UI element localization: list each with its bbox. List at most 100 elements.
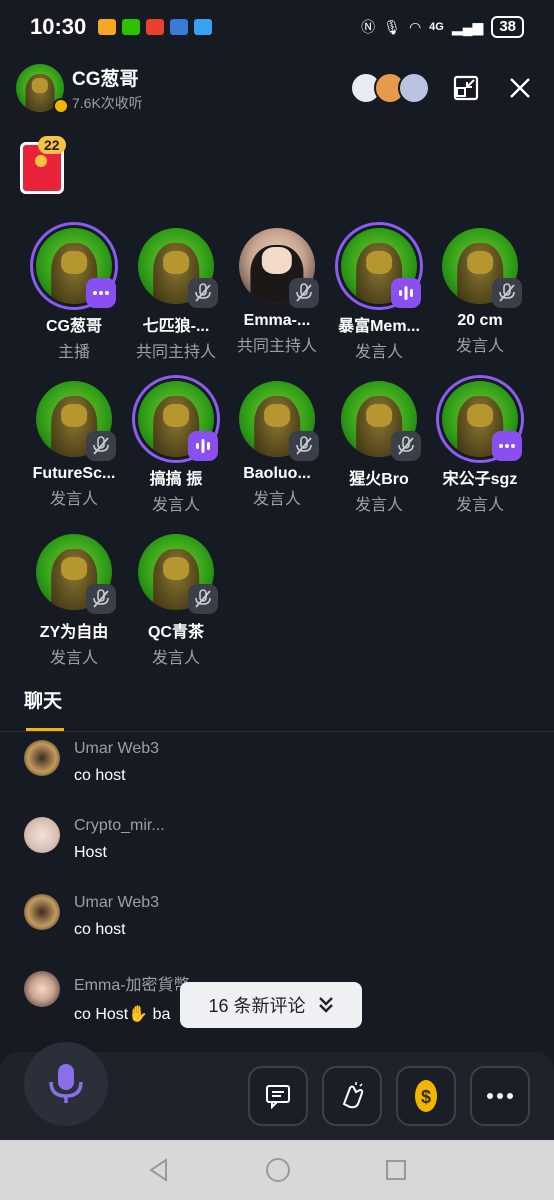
speaker-role: 发言人 [151,497,200,514]
speaker-card[interactable]: 宋公子sgz 发言人 [430,375,530,515]
speaker-name: Emma-... [243,312,311,329]
mic-muted-icon [391,431,421,461]
more-icon [487,1093,513,1099]
speaker-role: 发言人 [455,497,504,514]
app-notification-icon [146,19,165,35]
speaker-name: 宋公子sgz [442,471,518,488]
message-username[interactable]: Crypto_mir... [74,817,165,835]
svg-text:$: $ [421,1087,431,1107]
mail-notification-icon [98,19,117,35]
speaker-name: 暴富Mem... [338,318,420,335]
speaker-role: 共同主持人 [135,344,216,361]
status-bar: 10:30 Ⓝ 🎙 ◠ 4G ▂▄▆ 38 [0,0,554,54]
message-text: co Host✋ ba [74,1006,171,1023]
close-icon [510,78,530,98]
message-avatar[interactable] [24,894,60,930]
message-avatar[interactable] [24,971,60,1007]
speaker-role: 发言人 [49,491,98,508]
speaker-card[interactable]: 20 cm 发言人 [430,228,530,356]
microphone-icon [49,1064,83,1103]
mic-muted-icon [86,584,116,614]
verified-badge-icon [53,98,69,114]
mic-muted-icon [188,584,218,614]
speaker-name: 搞搞 振 [149,471,203,488]
message-username[interactable]: Emma-加密貨幣 [74,971,190,995]
signal-icon: ▂▄▆ [451,18,484,35]
microphone-status-icon: 🎙 [383,18,401,35]
navigation-bar [0,1140,554,1200]
speaker-name: Baoluo... [243,465,311,482]
chat-message: Umar Web3 co host [24,740,524,785]
host-name[interactable]: CG葱哥 [72,64,143,91]
listener-avatar [398,72,430,104]
more-button[interactable] [470,1066,530,1126]
speaker-name: CG葱哥 [45,318,102,335]
microphone-button[interactable] [24,1042,108,1126]
speaker-card[interactable]: 七匹狼-... 共同主持人 [126,228,226,362]
speaker-name: QC青茶 [147,624,204,641]
tab-chat[interactable]: 聊天 [24,686,62,713]
double-chevron-down-icon [318,997,333,1013]
more-options-icon [492,431,522,461]
new-comments-button[interactable]: 16 条新评论 [180,982,362,1028]
listener-avatars[interactable] [350,72,430,104]
speaker-role: 发言人 [252,491,301,508]
nfc-icon: Ⓝ [361,19,376,35]
speaker-name: 20 cm [457,312,503,329]
mic-muted-icon [492,278,522,308]
network-label: 4G [429,21,444,33]
recents-icon[interactable] [384,1158,408,1182]
speaker-role: 发言人 [455,338,504,355]
speaking-icon [188,431,218,461]
speaker-role: 主播 [57,344,90,361]
speaker-name: 猩火Bro [349,471,409,488]
tip-button[interactable]: $ [396,1066,456,1126]
back-icon[interactable] [146,1157,172,1183]
comment-icon [266,1085,290,1109]
browser-notification-icon [170,19,189,35]
message-text: Host [74,844,107,861]
message-avatar[interactable] [24,817,60,853]
speaker-name: 七匹狼-... [142,318,210,335]
chat-message: Crypto_mir... Host [24,817,524,862]
speaker-card[interactable]: 猩火Bro 发言人 [329,381,429,515]
red-packet-count: 22 [38,136,66,154]
mic-muted-icon [86,431,116,461]
message-username[interactable]: Umar Web3 [74,894,159,912]
speaker-card[interactable]: Baoluo... 发言人 [227,381,327,509]
speaker-name: FutureSc... [32,465,116,482]
speaker-card[interactable]: ZY为自由 发言人 [24,534,124,668]
speaker-role: 发言人 [354,497,403,514]
minimize-icon [453,75,479,101]
coin-icon: $ [415,1080,437,1112]
listen-count: 7.6K次收听 [72,94,143,111]
message-text: co host [74,921,126,938]
speaker-card[interactable]: CG葱哥主播 [24,222,124,362]
speaker-card[interactable]: Emma-... 共同主持人 [227,228,327,356]
close-button[interactable] [502,70,538,106]
wifi-icon: ◠ [408,18,422,35]
cloud-notification-icon [194,19,213,35]
message-avatar[interactable] [24,740,60,776]
message-username[interactable]: Umar Web3 [74,740,159,758]
message-text: co host [74,767,126,784]
new-comments-label: 16 条新评论 [208,996,306,1016]
comment-button[interactable] [248,1066,308,1126]
speaker-card[interactable]: FutureSc... 发言人 [24,381,124,509]
mic-muted-icon [289,278,319,308]
speaker-role: 发言人 [49,650,98,667]
speaker-card[interactable]: 搞搞 振发言人 [126,375,226,515]
minimize-button[interactable] [448,70,484,106]
more-options-icon [86,278,116,308]
hand-reaction-icon [342,1082,364,1109]
wechat-notification-icon [122,19,141,35]
speaker-role: 共同主持人 [236,338,317,355]
speaker-card[interactable]: QC青茶发言人 [126,534,226,668]
reaction-button[interactable] [322,1066,382,1126]
chat-message: Umar Web3 co host [24,894,524,939]
speaker-card[interactable]: 暴富Mem... 发言人 [329,222,429,362]
status-time: 10:30 [30,14,87,39]
notification-icons [98,19,213,35]
home-icon[interactable] [264,1156,292,1184]
speaker-role: 发言人 [151,650,200,667]
